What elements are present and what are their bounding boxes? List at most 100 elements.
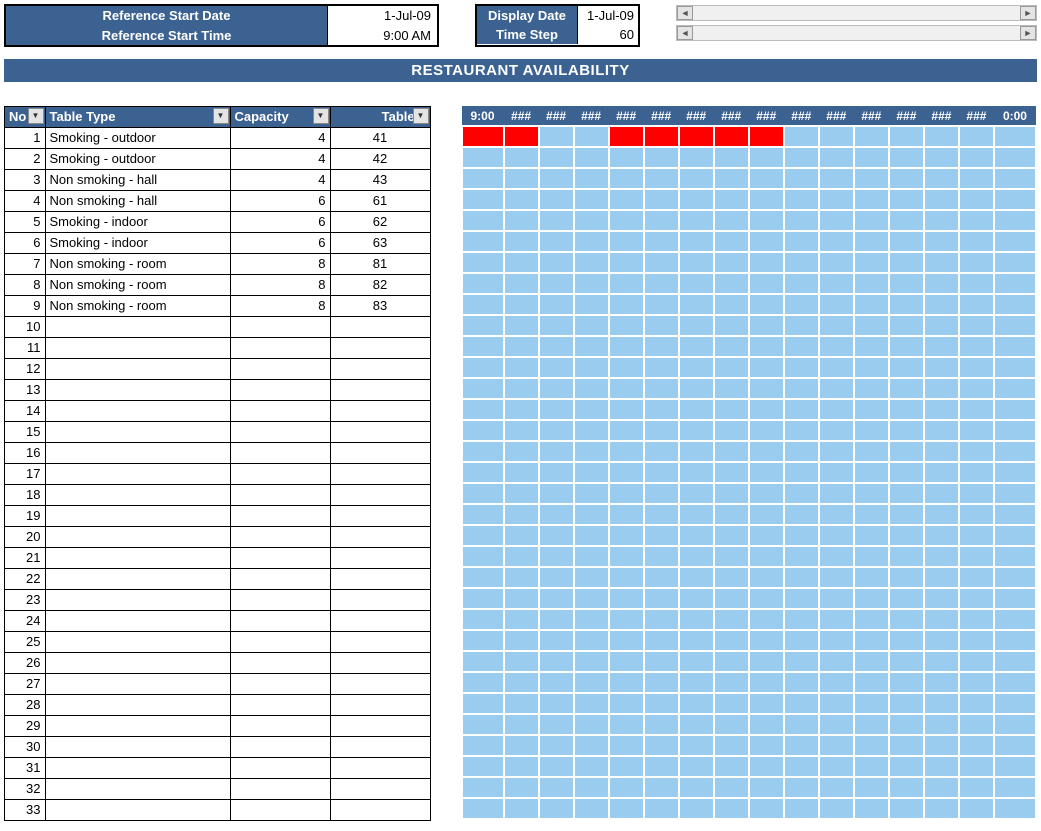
grid-cell[interactable] xyxy=(959,693,994,714)
grid-cell[interactable] xyxy=(504,462,539,483)
filter-dropdown-icon[interactable]: ▼ xyxy=(213,108,229,124)
grid-cell[interactable] xyxy=(994,126,1036,147)
grid-cell[interactable] xyxy=(644,399,679,420)
grid-cell[interactable] xyxy=(609,378,644,399)
grid-cell[interactable] xyxy=(819,399,854,420)
grid-cell[interactable] xyxy=(784,441,819,462)
grid-cell[interactable] xyxy=(714,420,749,441)
grid-cell[interactable] xyxy=(679,735,714,756)
grid-cell[interactable] xyxy=(574,609,609,630)
grid-cell[interactable] xyxy=(784,315,819,336)
grid-cell[interactable] xyxy=(609,798,644,819)
grid-cell[interactable] xyxy=(889,189,924,210)
grid-cell[interactable] xyxy=(924,609,959,630)
grid-cell[interactable] xyxy=(889,798,924,819)
col-header-no[interactable]: No ▼ xyxy=(5,107,45,127)
grid-cell[interactable] xyxy=(714,756,749,777)
grid-cell[interactable] xyxy=(574,315,609,336)
cell-no[interactable]: 32 xyxy=(5,778,45,799)
grid-cell[interactable] xyxy=(679,189,714,210)
grid-cell[interactable] xyxy=(994,546,1036,567)
grid-cell[interactable] xyxy=(749,336,784,357)
grid-cell[interactable] xyxy=(924,420,959,441)
grid-cell[interactable] xyxy=(539,315,574,336)
cell-table-num[interactable] xyxy=(330,610,430,631)
grid-cell[interactable] xyxy=(959,630,994,651)
grid-cell[interactable] xyxy=(679,378,714,399)
grid-cell[interactable] xyxy=(504,378,539,399)
grid-cell[interactable] xyxy=(462,525,504,546)
grid-cell[interactable] xyxy=(994,714,1036,735)
cell-no[interactable]: 5 xyxy=(5,211,45,232)
grid-cell[interactable] xyxy=(609,315,644,336)
grid-cell[interactable] xyxy=(994,798,1036,819)
grid-cell[interactable] xyxy=(609,168,644,189)
grid-cell[interactable] xyxy=(924,756,959,777)
cell-type[interactable]: Smoking - indoor xyxy=(45,211,230,232)
cell-type[interactable] xyxy=(45,673,230,694)
grid-cell[interactable] xyxy=(924,273,959,294)
grid-cell[interactable] xyxy=(819,357,854,378)
table-row[interactable]: 31 xyxy=(5,757,430,778)
grid-cell[interactable] xyxy=(679,630,714,651)
grid-cell[interactable] xyxy=(679,462,714,483)
cell-type[interactable] xyxy=(45,694,230,715)
grid-cell[interactable] xyxy=(854,273,889,294)
grid-cell[interactable] xyxy=(574,399,609,420)
grid-cell[interactable] xyxy=(854,231,889,252)
cell-type[interactable] xyxy=(45,568,230,589)
grid-cell[interactable] xyxy=(854,609,889,630)
grid-cell[interactable] xyxy=(679,357,714,378)
cell-table-num[interactable] xyxy=(330,421,430,442)
grid-cell[interactable] xyxy=(819,735,854,756)
cell-no[interactable]: 18 xyxy=(5,484,45,505)
grid-cell[interactable] xyxy=(994,525,1036,546)
grid-cell[interactable] xyxy=(959,126,994,147)
grid-cell[interactable] xyxy=(504,630,539,651)
grid-cell[interactable] xyxy=(609,420,644,441)
cell-no[interactable]: 27 xyxy=(5,673,45,694)
cell-capacity[interactable] xyxy=(230,715,330,736)
grid-cell[interactable] xyxy=(994,672,1036,693)
grid-cell[interactable] xyxy=(574,441,609,462)
cell-no[interactable]: 2 xyxy=(5,148,45,169)
grid-cell[interactable] xyxy=(609,189,644,210)
grid-cell[interactable] xyxy=(889,441,924,462)
table-row[interactable]: 5Smoking - indoor662 xyxy=(5,211,430,232)
grid-cell[interactable] xyxy=(959,567,994,588)
cell-table-num[interactable] xyxy=(330,463,430,484)
table-row[interactable]: 3Non smoking - hall443 xyxy=(5,169,430,190)
grid-cell[interactable] xyxy=(854,210,889,231)
grid-cell[interactable] xyxy=(889,126,924,147)
grid-cell[interactable] xyxy=(504,756,539,777)
table-row[interactable]: 16 xyxy=(5,442,430,463)
grid-cell[interactable] xyxy=(609,630,644,651)
grid-cell[interactable] xyxy=(749,735,784,756)
cell-no[interactable]: 6 xyxy=(5,232,45,253)
grid-cell[interactable] xyxy=(574,336,609,357)
grid-cell[interactable] xyxy=(539,483,574,504)
grid-cell[interactable] xyxy=(574,693,609,714)
grid-cell[interactable] xyxy=(539,126,574,147)
grid-cell[interactable] xyxy=(462,777,504,798)
cell-no[interactable]: 29 xyxy=(5,715,45,736)
grid-cell[interactable] xyxy=(462,273,504,294)
table-row[interactable]: 12 xyxy=(5,358,430,379)
grid-cell[interactable] xyxy=(784,399,819,420)
scroll-left-icon[interactable]: ◄ xyxy=(677,6,693,20)
grid-cell[interactable] xyxy=(924,714,959,735)
cell-type[interactable] xyxy=(45,421,230,442)
table-row[interactable]: 18 xyxy=(5,484,430,505)
cell-capacity[interactable] xyxy=(230,316,330,337)
grid-cell[interactable] xyxy=(924,315,959,336)
grid-cell[interactable] xyxy=(574,378,609,399)
table-row[interactable]: 22 xyxy=(5,568,430,589)
grid-cell[interactable] xyxy=(462,546,504,567)
grid-cell[interactable] xyxy=(924,798,959,819)
cell-no[interactable]: 33 xyxy=(5,799,45,820)
cell-type[interactable] xyxy=(45,736,230,757)
grid-cell[interactable] xyxy=(462,756,504,777)
grid-cell[interactable] xyxy=(539,357,574,378)
cell-no[interactable]: 20 xyxy=(5,526,45,547)
grid-cell[interactable] xyxy=(784,462,819,483)
